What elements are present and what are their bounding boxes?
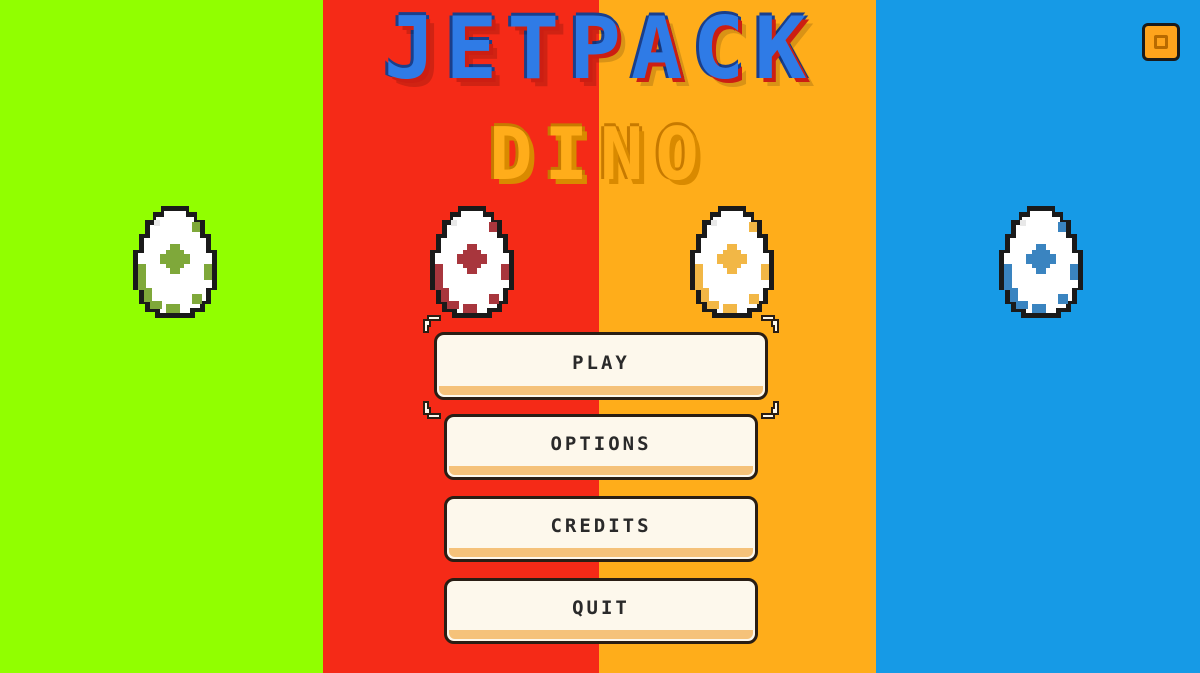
- quit-button[interactable]: QUIT: [444, 578, 758, 644]
- play-button-label: PLAY: [572, 352, 630, 374]
- play-button[interactable]: PLAY: [434, 332, 768, 400]
- coin-icon: [1154, 35, 1168, 49]
- blue-panel: [876, 0, 1200, 673]
- egg-green-icon[interactable]: [126, 204, 224, 322]
- coin-button[interactable]: [1142, 23, 1180, 61]
- selector-bracket-icon: [760, 314, 780, 334]
- egg-red-icon[interactable]: [423, 204, 521, 322]
- game-title-line2: DINO: [489, 112, 711, 196]
- quit-button-label: QUIT: [572, 597, 630, 619]
- options-button[interactable]: OPTIONS: [444, 414, 758, 480]
- selector-bracket-icon: [422, 314, 442, 334]
- options-button-label: OPTIONS: [550, 433, 652, 455]
- game-title-line1: JETPACK: [383, 0, 817, 99]
- egg-blue-icon[interactable]: [992, 204, 1090, 322]
- main-menu-screen: JETPACK DINO PLAY OPTIONS CREDITS QUIT: [0, 0, 1200, 673]
- green-panel: [0, 0, 323, 673]
- egg-orange-icon[interactable]: [683, 204, 781, 322]
- selector-bracket-icon: [422, 400, 442, 420]
- selector-bracket-icon: [760, 400, 780, 420]
- credits-button[interactable]: CREDITS: [444, 496, 758, 562]
- credits-button-label: CREDITS: [550, 515, 652, 537]
